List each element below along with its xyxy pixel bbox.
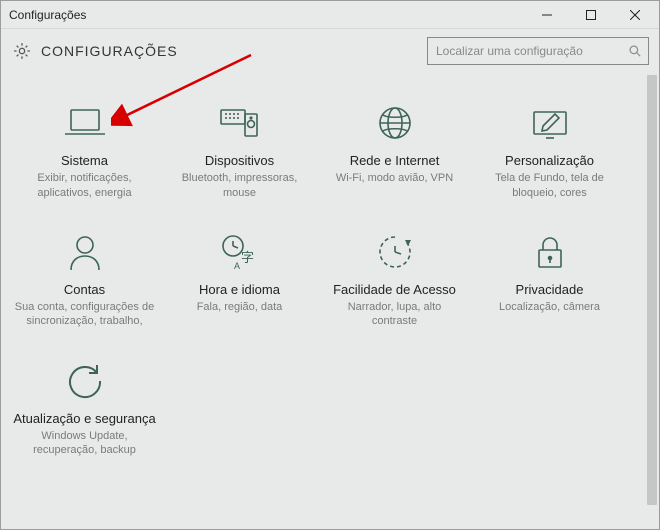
tile-desc: Sua conta, configurações de sincronizaçã…: [15, 300, 155, 329]
maximize-button[interactable]: [569, 1, 613, 28]
tile-title: Personalização: [505, 153, 594, 169]
tile-desc: Narrador, lupa, alto contraste: [325, 300, 465, 329]
window-title: Configurações: [9, 8, 525, 22]
tile-personalizacao[interactable]: Personalização Tela de Fundo, tela de bl…: [472, 93, 627, 222]
scrollbar-thumb[interactable]: [647, 75, 657, 505]
tile-desc: Localização, câmera: [499, 300, 600, 314]
devices-icon: [166, 99, 313, 147]
tile-title: Dispositivos: [205, 153, 274, 169]
search-input[interactable]: [436, 44, 628, 58]
tile-desc: Fala, região, data: [197, 300, 283, 314]
globe-icon: [321, 99, 468, 147]
svg-text:字: 字: [241, 250, 254, 265]
tile-desc: Tela de Fundo, tela de bloqueio, cores: [480, 171, 620, 200]
tile-title: Sistema: [61, 153, 108, 169]
tile-desc: Windows Update, recuperação, backup: [15, 429, 155, 458]
tile-title: Rede e Internet: [350, 153, 440, 169]
tile-title: Atualização e segurança: [13, 411, 155, 427]
tile-title: Hora e idioma: [199, 282, 280, 298]
settings-grid: Sistema Exibir, notificações, aplicativo…: [1, 75, 645, 529]
tile-desc: Wi-Fi, modo avião, VPN: [336, 171, 453, 185]
time-language-icon: 字 A: [166, 228, 313, 276]
tile-sistema[interactable]: Sistema Exibir, notificações, aplicativo…: [7, 93, 162, 222]
tile-atualizacao[interactable]: Atualização e segurança Windows Update, …: [7, 351, 162, 480]
window-titlebar: Configurações: [1, 1, 659, 29]
tile-contas[interactable]: Contas Sua conta, configurações de sincr…: [7, 222, 162, 351]
tile-title: Contas: [64, 282, 105, 298]
search-icon: [628, 44, 642, 58]
tile-title: Privacidade: [516, 282, 584, 298]
personalize-icon: [476, 99, 623, 147]
search-box[interactable]: [427, 37, 649, 65]
tile-title: Facilidade de Acesso: [333, 282, 456, 298]
lock-icon: [476, 228, 623, 276]
person-icon: [11, 228, 158, 276]
tile-hora[interactable]: 字 A Hora e idioma Fala, região, data: [162, 222, 317, 351]
laptop-icon: [11, 99, 158, 147]
svg-text:A: A: [234, 261, 240, 271]
window-controls: [525, 1, 657, 28]
minimize-button[interactable]: [525, 1, 569, 28]
update-icon: [11, 357, 158, 405]
close-button[interactable]: [613, 1, 657, 28]
gear-icon: [11, 40, 33, 62]
tile-dispositivos[interactable]: Dispositivos Bluetooth, impressoras, mou…: [162, 93, 317, 222]
tile-desc: Bluetooth, impressoras, mouse: [170, 171, 310, 200]
page-header: CONFIGURAÇÕES: [1, 29, 659, 75]
tile-privacidade[interactable]: Privacidade Localização, câmera: [472, 222, 627, 351]
ease-of-access-icon: [321, 228, 468, 276]
tile-desc: Exibir, notificações, aplicativos, energ…: [15, 171, 155, 200]
page-title: CONFIGURAÇÕES: [41, 43, 178, 59]
tile-facilidade[interactable]: Facilidade de Acesso Narrador, lupa, alt…: [317, 222, 472, 351]
vertical-scrollbar[interactable]: [646, 75, 658, 528]
tile-rede[interactable]: Rede e Internet Wi-Fi, modo avião, VPN: [317, 93, 472, 222]
